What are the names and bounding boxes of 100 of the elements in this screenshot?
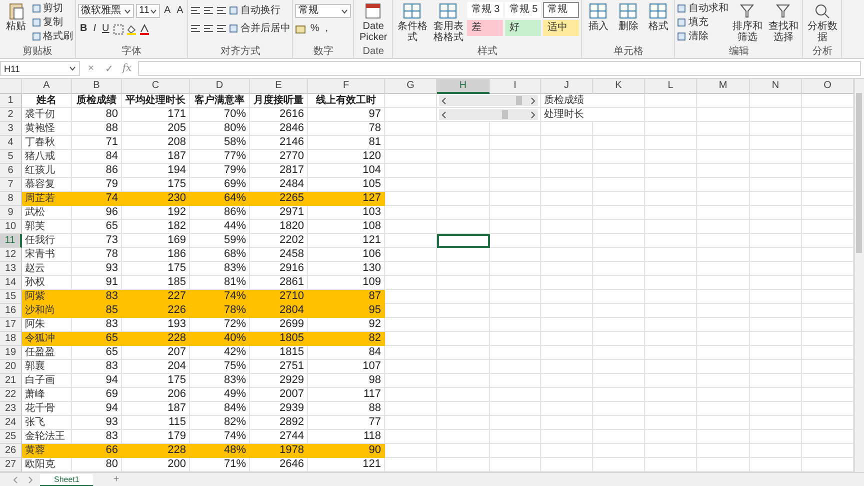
column-header[interactable]: M	[697, 79, 750, 94]
empty-cell[interactable]	[697, 122, 750, 136]
empty-cell[interactable]	[593, 220, 645, 234]
empty-cell[interactable]	[437, 248, 490, 262]
empty-cell[interactable]	[593, 248, 645, 262]
empty-cell[interactable]	[385, 416, 437, 430]
ribbon-button[interactable]: 合并后居中	[229, 22, 290, 35]
empty-cell[interactable]	[490, 430, 541, 444]
row-header[interactable]: 11	[0, 234, 22, 248]
empty-cell[interactable]	[593, 332, 645, 346]
row-header[interactable]: 22	[0, 388, 22, 402]
empty-cell[interactable]	[385, 122, 437, 136]
empty-cell[interactable]	[437, 346, 490, 360]
empty-cell[interactable]	[750, 444, 802, 458]
empty-cell[interactable]	[750, 192, 802, 206]
empty-cell[interactable]	[385, 178, 437, 192]
empty-cell[interactable]	[490, 290, 541, 304]
empty-cell[interactable]	[490, 220, 541, 234]
empty-cell[interactable]	[593, 374, 645, 388]
font-size-button[interactable]: A	[174, 5, 186, 17]
empty-cell[interactable]	[593, 164, 645, 178]
row-header[interactable]: 24	[0, 416, 22, 430]
empty-cell[interactable]	[750, 346, 802, 360]
empty-cell[interactable]	[541, 444, 593, 458]
empty-cell[interactable]	[541, 304, 593, 318]
row-header[interactable]: 14	[0, 276, 22, 290]
column-header[interactable]: I	[490, 79, 541, 94]
empty-cell[interactable]	[541, 346, 593, 360]
empty-cell[interactable]	[541, 318, 593, 332]
empty-cell[interactable]	[697, 150, 750, 164]
scrollbar-thumb[interactable]	[856, 93, 862, 253]
empty-cell[interactable]	[385, 220, 437, 234]
empty-cell[interactable]	[437, 150, 490, 164]
empty-cell[interactable]	[593, 318, 645, 332]
empty-cell[interactable]	[490, 388, 541, 402]
empty-cell[interactable]	[593, 430, 645, 444]
row-header[interactable]: 18	[0, 332, 22, 346]
empty-cell[interactable]	[541, 220, 593, 234]
empty-cell[interactable]	[593, 346, 645, 360]
empty-cell[interactable]	[437, 332, 490, 346]
empty-cell[interactable]	[437, 220, 490, 234]
empty-cell[interactable]	[645, 416, 697, 430]
empty-cell[interactable]	[697, 248, 750, 262]
empty-cell[interactable]	[541, 262, 593, 276]
column-header[interactable]: H	[437, 79, 490, 94]
empty-cell[interactable]	[697, 136, 750, 150]
empty-cell[interactable]	[750, 178, 802, 192]
column-header[interactable]: O	[802, 79, 854, 94]
row-header[interactable]: 23	[0, 402, 22, 416]
column-header[interactable]: K	[593, 79, 645, 94]
empty-cell[interactable]	[437, 262, 490, 276]
dropdown-field[interactable]: 11	[136, 4, 160, 18]
empty-cell[interactable]	[437, 388, 490, 402]
row-header[interactable]: 10	[0, 220, 22, 234]
row-header[interactable]: 2	[0, 108, 22, 122]
ribbon-button[interactable]: 自动求和	[677, 2, 728, 15]
empty-cell[interactable]	[750, 318, 802, 332]
column-header[interactable]: L	[645, 79, 697, 94]
cell-style[interactable]: 适中	[543, 20, 580, 36]
empty-cell[interactable]	[385, 360, 437, 374]
empty-cell[interactable]	[385, 346, 437, 360]
empty-cell[interactable]	[385, 402, 437, 416]
ribbon-button[interactable]: 粘贴	[2, 2, 30, 32]
empty-cell[interactable]	[750, 276, 802, 290]
empty-cell[interactable]	[750, 150, 802, 164]
vertical-scrollbar[interactable]	[854, 79, 864, 472]
empty-cell[interactable]	[541, 192, 593, 206]
row-header[interactable]: 4	[0, 136, 22, 150]
empty-cell[interactable]	[697, 304, 750, 318]
empty-cell[interactable]	[697, 444, 750, 458]
empty-cell[interactable]	[385, 388, 437, 402]
font-style-button[interactable]: B	[78, 23, 90, 35]
cell-style[interactable]: 常规	[543, 2, 580, 18]
empty-cell[interactable]	[645, 150, 697, 164]
empty-cell[interactable]	[490, 248, 541, 262]
ribbon-button[interactable]: 自动换行	[229, 4, 280, 17]
empty-cell[interactable]	[697, 318, 750, 332]
empty-cell[interactable]	[541, 360, 593, 374]
empty-cell[interactable]	[750, 206, 802, 220]
empty-cell[interactable]	[541, 402, 593, 416]
empty-cell[interactable]	[437, 360, 490, 374]
empty-cell[interactable]	[385, 234, 437, 248]
empty-cell[interactable]	[490, 234, 541, 248]
row-header[interactable]: 20	[0, 360, 22, 374]
slider-thumb[interactable]	[516, 96, 522, 105]
empty-cell[interactable]	[750, 402, 802, 416]
empty-cell[interactable]	[750, 164, 802, 178]
row-header[interactable]: 6	[0, 164, 22, 178]
empty-cell[interactable]	[490, 402, 541, 416]
empty-cell[interactable]	[645, 94, 697, 108]
enter-button[interactable]: ✓	[102, 62, 116, 74]
row-header[interactable]: 12	[0, 248, 22, 262]
empty-cell[interactable]	[645, 192, 697, 206]
select-all-corner[interactable]	[0, 79, 22, 94]
empty-cell[interactable]	[437, 402, 490, 416]
sheet-tab[interactable]: Sheet1	[40, 474, 94, 486]
slider-thumb[interactable]	[502, 110, 508, 119]
cell-style[interactable]: 差	[467, 20, 504, 36]
empty-cell[interactable]	[490, 178, 541, 192]
empty-cell[interactable]	[541, 164, 593, 178]
